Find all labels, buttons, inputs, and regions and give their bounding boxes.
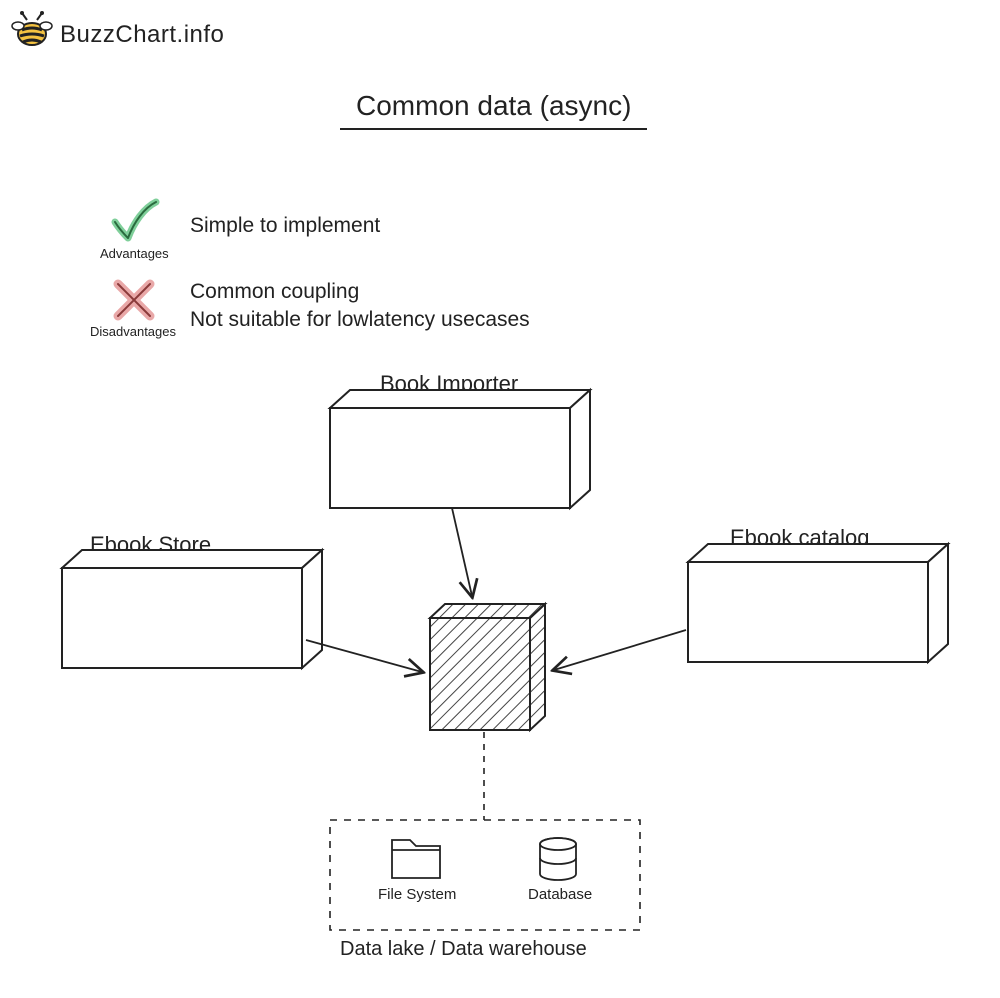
folder-icon [392,840,440,878]
database-caption: Database [528,886,592,903]
arrow-store-to-shared [306,640,422,672]
ebook-catalog-box [688,544,948,662]
database-icon [540,838,576,880]
ebook-store-box [62,550,322,668]
storage-group-label: Data lake / Data warehouse [340,938,587,961]
arrow-catalog-to-shared [554,630,686,670]
arrow-importer-to-shared [452,508,472,596]
storage-group-box [330,820,640,930]
file-system-caption: File System [378,886,456,903]
shared-data-node [430,604,545,730]
book-importer-box [330,390,590,508]
diagram-canvas [0,0,1000,998]
